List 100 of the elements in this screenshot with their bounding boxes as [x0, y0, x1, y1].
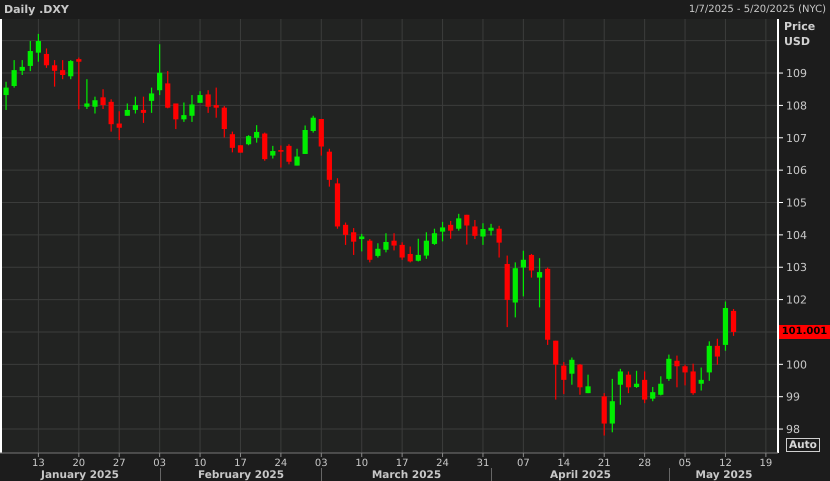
candlestick: [302, 125, 308, 154]
candlestick: [674, 356, 680, 388]
candlestick: [278, 146, 284, 168]
candlestick: [472, 220, 478, 240]
axis-label: 12: [719, 458, 732, 468]
axis-label: 14: [557, 458, 570, 468]
axis-label: 10: [194, 458, 206, 468]
month-label: April 2025: [550, 468, 611, 480]
candlestick: [448, 220, 454, 239]
candlestick: [400, 242, 405, 260]
axis-label: 13: [32, 458, 45, 468]
auto-scale-button[interactable]: Auto: [786, 438, 820, 452]
candlestick: [326, 148, 332, 187]
month-label: February 2025: [198, 468, 284, 480]
candlestick: [92, 96, 98, 114]
candlestick: [132, 96, 138, 114]
axis-label: 98: [786, 423, 800, 436]
candlestick: [408, 246, 413, 262]
candlestick: [351, 228, 356, 255]
candlestick: [504, 256, 510, 328]
candlestick: [690, 364, 696, 395]
candlestick: [585, 374, 591, 394]
candlestick: [440, 222, 446, 242]
candlestick: [238, 145, 244, 153]
axis-label: 05: [678, 458, 692, 468]
candlestick: [618, 368, 623, 405]
candlestick: [730, 308, 736, 336]
axis-label: 24: [436, 458, 449, 468]
axis-label: 17: [396, 458, 408, 468]
candlestick: [181, 102, 186, 122]
candlestick: [642, 371, 648, 404]
axis-label: 10: [355, 458, 368, 468]
last-price-badge: 101.001: [779, 324, 830, 339]
candlestick: [20, 60, 25, 75]
axis-label: 20: [72, 458, 86, 468]
month-label: January 2025: [41, 468, 119, 480]
candlestick: [424, 232, 429, 259]
candlestick: [698, 368, 704, 391]
candlestick: [610, 378, 615, 432]
axis-label: 21: [598, 458, 611, 468]
candlestick: [520, 250, 526, 296]
axis-label: 108: [786, 99, 807, 112]
candlestick: [714, 338, 720, 365]
candlestick: [334, 178, 340, 229]
candlestick: [367, 239, 372, 262]
candlestick: [189, 95, 195, 122]
axis-label: 105: [786, 196, 807, 210]
candlestick: [577, 364, 583, 395]
axis-label: 03: [153, 458, 166, 468]
candlestick: [342, 222, 348, 245]
candlestick: [157, 44, 162, 96]
candlestick: [270, 146, 276, 158]
candlestick: [706, 341, 712, 381]
axis-label: 106: [786, 164, 807, 178]
candlestick: [124, 103, 130, 116]
candlestick: [375, 243, 380, 258]
candlestick: [36, 34, 41, 62]
axis-label: 07: [517, 458, 530, 468]
candlestick: [536, 258, 542, 308]
axis-title: Price USD: [784, 19, 816, 49]
candlestick: [76, 58, 82, 110]
candlestick: [658, 376, 664, 396]
candlestick: [650, 386, 656, 402]
candlestick: [100, 89, 106, 109]
candlestick: [432, 228, 438, 245]
candlestick: [318, 119, 324, 156]
candlestick: [108, 99, 114, 132]
axis-label: 27: [112, 458, 126, 468]
candlestick: [666, 354, 672, 381]
candlestick: [383, 233, 389, 252]
axis-label: 19: [760, 458, 772, 468]
candlestick: [294, 148, 300, 166]
candlestick: [165, 71, 170, 108]
candlestick: [206, 90, 211, 113]
candlestick: [148, 88, 154, 113]
candlestick: [634, 370, 640, 388]
month-label: May 2025: [696, 468, 752, 480]
axis-label: 104: [786, 228, 807, 242]
candlestick: [44, 48, 50, 68]
candlestick: [173, 103, 178, 130]
candlestick: [262, 132, 268, 161]
candlestick: [391, 233, 397, 250]
axis-label: 107: [786, 132, 807, 145]
candlestick: [3, 82, 9, 110]
candlestick: [286, 144, 292, 164]
date-range: 1/7/2025 - 5/20/2025 (NYC): [688, 4, 826, 15]
candlestick: [52, 60, 58, 87]
candlestick: [116, 111, 122, 140]
candlestick: [214, 88, 219, 118]
candlestick: [416, 238, 421, 262]
axis-label: 28: [638, 458, 651, 468]
candlestick: [12, 60, 17, 88]
axis-label: 31: [476, 458, 490, 468]
axis-label: 109: [786, 67, 807, 80]
axis-label: 100: [786, 358, 807, 372]
axis-label: 102: [786, 294, 807, 307]
axis-label: 103: [786, 261, 807, 274]
candlestick: [222, 106, 227, 138]
month-label: March 2025: [372, 468, 442, 480]
candlestick: [60, 60, 66, 80]
